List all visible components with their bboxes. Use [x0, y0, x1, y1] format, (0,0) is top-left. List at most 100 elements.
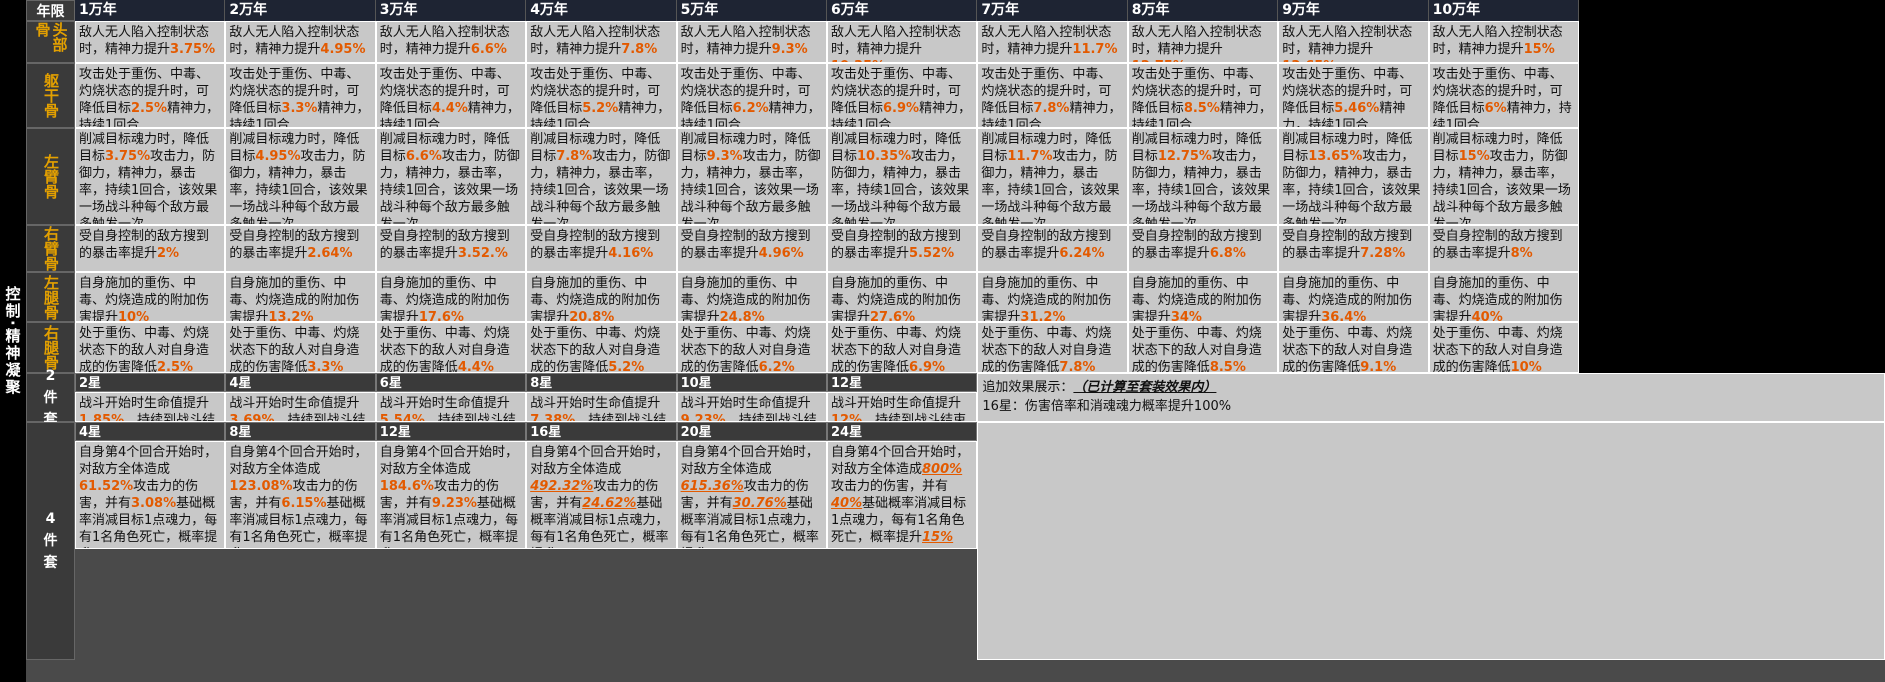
cell-value: 5.52%	[909, 246, 955, 261]
side-title: 控制·精神凝聚	[0, 0, 26, 682]
table-cell: 削减目标魂力时，降低目标11.7%攻击力，防御力，精神力，暴击率，持续1回合，该…	[977, 128, 1128, 225]
cell-value: 615.36%	[680, 479, 744, 494]
cell-value: 4.96%	[758, 246, 804, 261]
bottom-bar	[26, 660, 1885, 682]
table-cell: 敌人无人陷入控制状态时，精神力提升9.3%	[676, 21, 827, 63]
cell-value: 40%	[831, 496, 863, 511]
row-label: 头部骨	[26, 21, 75, 63]
cell-value: 15%	[1523, 42, 1555, 57]
table-cell: 削减目标魂力时，降低目标15%攻击力，防御力，精神力，暴击率，持续1回合，该效果…	[1428, 128, 1579, 225]
additional-effect-note: 追加效果展示：（已计算至套装效果内） 16星：伤害倍率和消魂魂力概率提升100%	[977, 373, 1885, 422]
set2-cell: 战斗开始时生命值提升5.54%，持续到战斗结束	[375, 392, 527, 422]
cell-value: 24.8%	[719, 310, 765, 322]
cell-value: 123.08%	[229, 479, 293, 494]
column-header: 5万年	[676, 0, 827, 21]
cell-value: 12%	[831, 413, 863, 422]
cell-value: 5.54%	[379, 413, 425, 422]
cell-text: 自身第4个回合开始时，对敌方全体造成	[379, 445, 519, 477]
table-cell: 自身施加的重伤、中毒、灼烧造成的附加伤害提升40%	[1428, 272, 1579, 322]
cell-value: 6.24%	[1059, 246, 1105, 261]
table-cell: 自身施加的重伤、中毒、灼烧造成的附加伤害提升10%	[75, 272, 226, 322]
cell-value: 4.4%	[431, 101, 468, 116]
row-label-text: 头部骨	[33, 22, 69, 52]
cell-value: 11.7%	[1072, 42, 1118, 57]
set4-lower-strip	[75, 549, 978, 660]
set2-star-header: 2星	[75, 373, 226, 392]
set2-star-header: 4星	[225, 373, 376, 392]
cell-text: 受自身控制的敌方搜到的暴击率提升	[1432, 229, 1563, 261]
table-cell: 受自身控制的敌方搜到的暴击率提升2%	[75, 225, 226, 272]
cell-value: 7.28%	[1360, 246, 1406, 261]
set2-cell: 战斗开始时生命值提升 12%，持续到战斗结束	[827, 392, 978, 422]
set4-cell: 自身第4个回合开始时，对敌方全体造成492.32%攻击力的伤害，并有24.62%…	[526, 441, 677, 549]
cell-text: 战斗开始时生命值提升	[379, 396, 510, 411]
table-cell: 自身施加的重伤、中毒、灼烧造成的附加伤害提升13.2%	[225, 272, 376, 322]
table-cell: 处于重伤、中毒、灼烧状态下的敌人对自身造成的伤害降低8.5%	[1127, 322, 1279, 373]
cell-value: 6.9%	[909, 360, 946, 373]
table-cell: 处于重伤、中毒、灼烧状态下的敌人对自身造成的伤害降低9.1%	[1278, 322, 1429, 373]
set4-cell: 自身第4个回合开始时，对敌方全体造成184.6%攻击力的伤害，并有9.23%基础…	[375, 441, 527, 549]
cell-text: 受自身控制的敌方搜到的暴击率提升	[79, 229, 210, 261]
cell-value: 6.2%	[758, 360, 795, 373]
cell-value: 10%	[118, 310, 150, 322]
cell-value: 7.8%	[621, 42, 658, 57]
set2-star-header: 6星	[375, 373, 527, 392]
cell-value: 17.6%	[418, 310, 464, 322]
table-cell: 敌人无人陷入控制状态时，精神力提升3.75%	[75, 21, 226, 63]
table-cell: 处于重伤、中毒、灼烧状态下的敌人对自身造成的伤害降低7.8%	[977, 322, 1128, 373]
cell-value: 3.52.%	[457, 246, 508, 261]
column-header: 9万年	[1278, 0, 1429, 21]
set4-star-header: 12星	[375, 422, 527, 441]
table-cell: 自身施加的重伤、中毒、灼烧造成的附加伤害提升20.8%	[526, 272, 677, 322]
cell-value: 3.69%	[229, 413, 275, 422]
table-cell: 削减目标魂力时，降低目标9.3%攻击力，防御力，精神力，暴击率，持续1回合，该效…	[676, 128, 827, 225]
set2-star-header: 8星	[526, 373, 677, 392]
row-label: 右臂骨	[26, 225, 75, 272]
cell-text: 自身第4个回合开始时，对敌方全体造成	[229, 445, 368, 477]
table-cell: 处于重伤、中毒、灼烧状态下的敌人对自身造成的伤害降低5.2%	[526, 322, 677, 373]
cell-value: 6.9%	[883, 101, 920, 116]
cell-value: 24.62%	[582, 496, 637, 511]
set4-star-header: 20星	[676, 422, 827, 441]
row-label-text: 躯干骨	[42, 73, 60, 118]
row-label: 躯干骨	[26, 63, 75, 128]
table-cell: 攻击处于重伤、中毒、灼烧状态的提升时，可降低目标8.5%精神力，持续1回合	[1127, 63, 1279, 128]
cell-value: 2.5%	[131, 101, 168, 116]
set4-star-header: 24星	[827, 422, 978, 441]
cell-value: 61.52%	[79, 479, 134, 494]
column-header: 6万年	[827, 0, 978, 21]
table-cell: 受自身控制的敌方搜到的暴击率提升4.16%	[526, 225, 677, 272]
cell-value: 6.6%	[405, 149, 442, 164]
table-cell: 攻击处于重伤、中毒、灼烧状态的提升时，可降低目标6%精神力，持续1回合	[1428, 63, 1579, 128]
cell-value: 30.76%	[732, 496, 787, 511]
cell-value: 3.08%	[131, 496, 177, 511]
table-cell: 攻击处于重伤、中毒、灼烧状态的提升时，可降低目标7.8%精神力，持续1回合	[977, 63, 1128, 128]
table-cell: 削减目标魂力时，降低目标12.75%攻击力，防御力，精神力，暴击率，持续1回合，…	[1127, 128, 1279, 225]
cell-value: 13.2%	[268, 310, 314, 322]
column-header: 7万年	[977, 0, 1128, 21]
cell-value: 3.75%	[170, 42, 216, 57]
note-emphasis: （已计算至套装效果内）	[1073, 380, 1217, 395]
cell-value: 8.5%	[1183, 101, 1220, 116]
table-cell: 敌人无人陷入控制状态时，精神力提升12.75%	[1127, 21, 1279, 63]
set2-cell: 战斗开始时生命值提升7.38%，持续到战斗结束	[526, 392, 677, 422]
cell-value: 4.95%	[255, 149, 301, 164]
cell-text: 战斗开始时生命值提升	[229, 396, 360, 411]
cell-value: 2%	[157, 246, 180, 261]
cell-value: 6%	[1484, 101, 1507, 116]
table-cell: 处于重伤、中毒、灼烧状态下的敌人对自身造成的伤害降低3.3%	[225, 322, 376, 373]
column-header: 4万年	[526, 0, 677, 21]
cell-value: 36.4%	[1321, 310, 1367, 322]
row-label-text: 左腿骨	[42, 274, 60, 320]
table-cell: 自身施加的重伤、中毒、灼烧造成的附加伤害提升17.6%	[375, 272, 527, 322]
note-line: 16星：伤害倍率和消魂魂力概率提升100%	[982, 399, 1232, 414]
cell-value: 1.85%	[79, 413, 125, 422]
table-cell: 处于重伤、中毒、灼烧状态下的敌人对自身造成的伤害降低4.4%	[375, 322, 527, 373]
cell-value: 184.6%	[379, 479, 434, 494]
cell-value: 6.15%	[281, 496, 327, 511]
cell-value: 34%	[1170, 310, 1202, 322]
cell-value: 6.2%	[732, 101, 769, 116]
cell-value: 9.23%	[680, 413, 726, 422]
set4-label: 4件套	[26, 422, 75, 660]
table-cell: 受自身控制的敌方搜到的暴击率提升6.24%	[977, 225, 1128, 272]
